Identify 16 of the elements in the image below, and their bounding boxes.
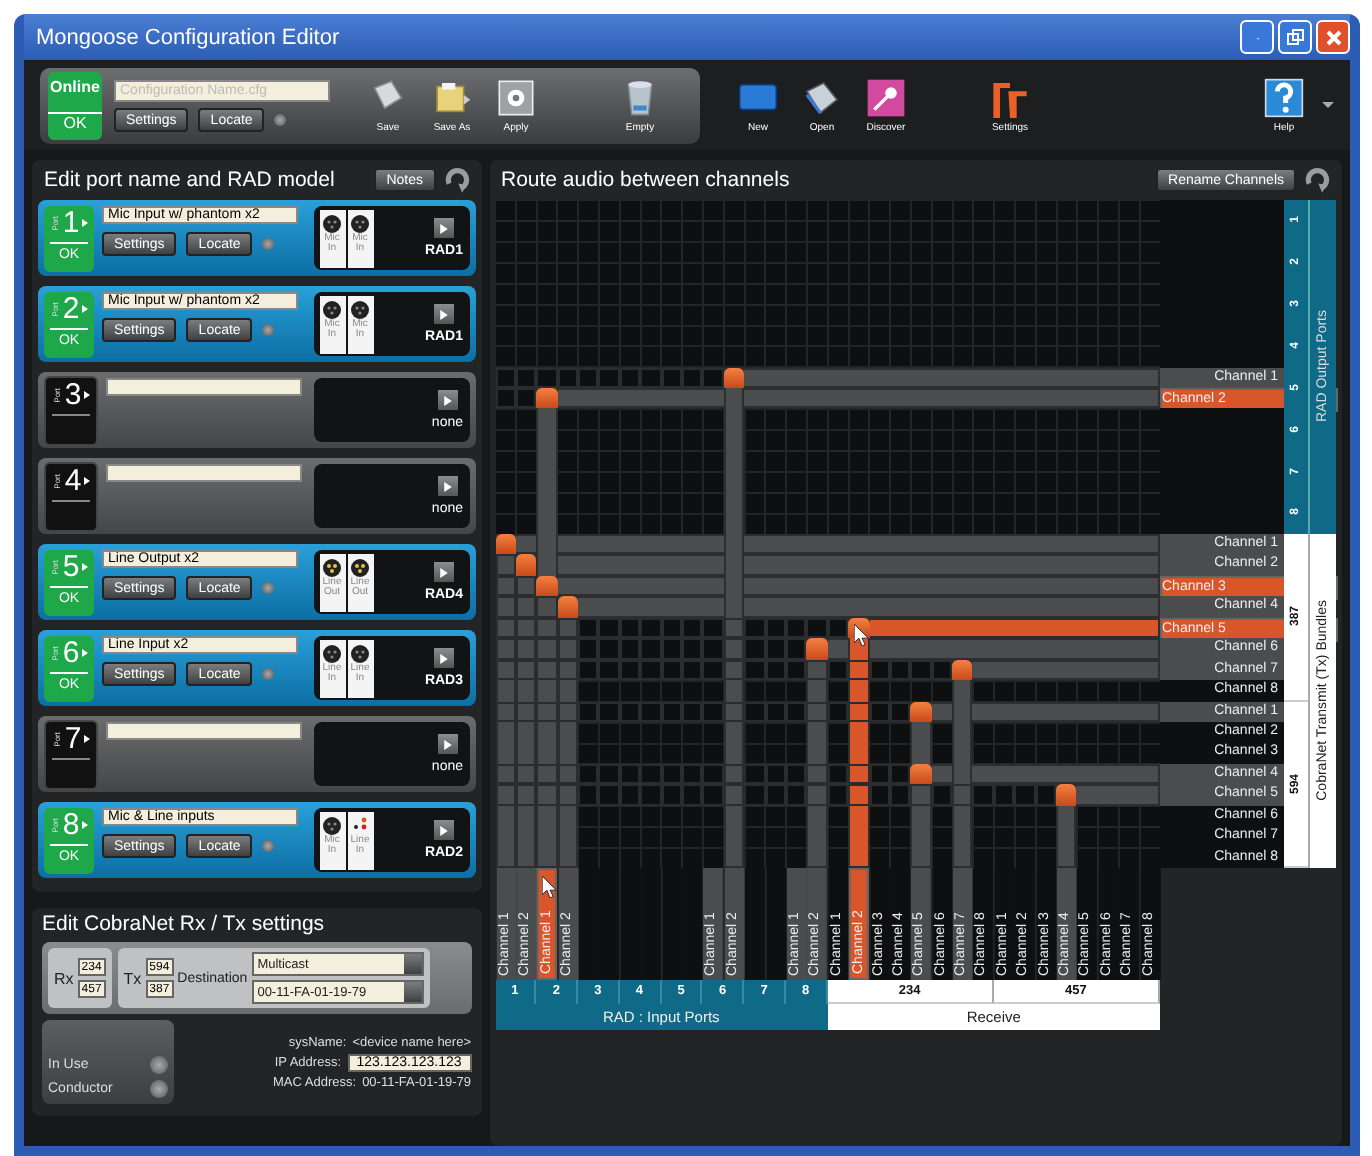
panel-title: Route audio between channels — [501, 168, 792, 192]
port-number: 7 — [64, 724, 82, 754]
port-number: 4 — [64, 466, 82, 496]
status-value: OK — [48, 111, 102, 132]
port-number: 2 — [62, 294, 80, 324]
port-number: 1 — [62, 208, 80, 238]
window-title: Mongoose Configuration Editor — [36, 25, 340, 49]
port-number: 8 — [62, 810, 80, 840]
field-label: Tx — [123, 969, 142, 987]
port-number: 5 — [62, 552, 80, 582]
field-label: Rx — [54, 969, 74, 987]
port-number: 3 — [64, 380, 82, 410]
status-label: Online — [50, 78, 100, 97]
panel-title: Edit port name and RAD model — [44, 168, 337, 192]
panel-title: Edit CobraNet Rx / Tx settings — [42, 912, 327, 936]
port-number: 6 — [62, 638, 80, 668]
